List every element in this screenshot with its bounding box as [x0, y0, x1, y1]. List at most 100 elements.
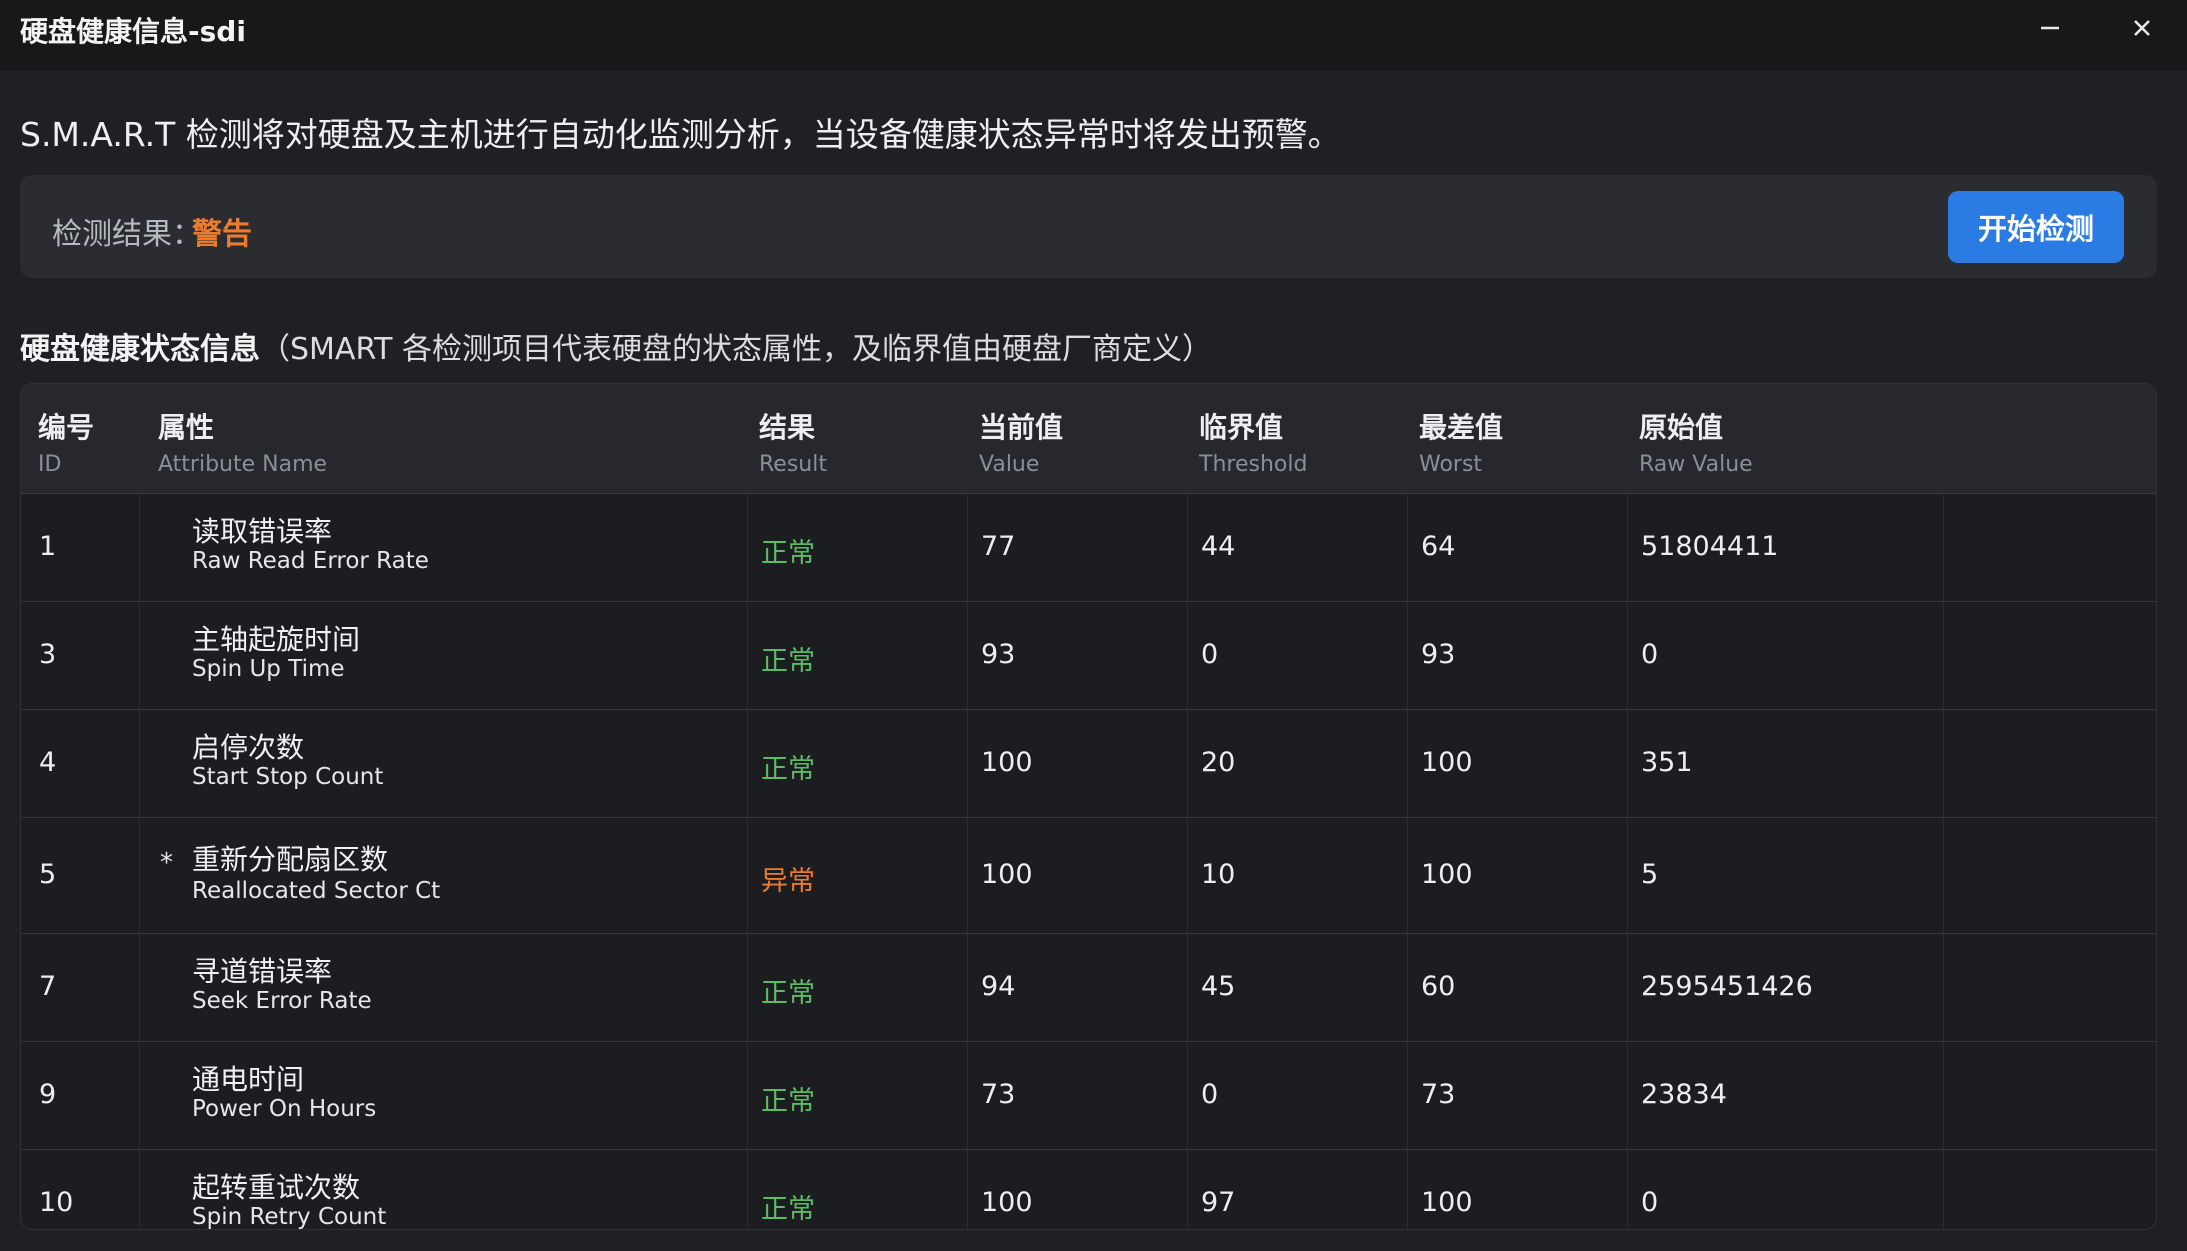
attribute-name-zh: 读取错误率 — [192, 515, 333, 548]
column-header-raw-value: 原始值 Raw Value — [1639, 406, 1753, 477]
cell-worst: 100 — [1421, 1187, 1473, 1218]
column-header-sublabel: Worst — [1419, 452, 1483, 477]
cell-value: 94 — [981, 971, 1016, 1002]
cell-raw: 0 — [1641, 639, 1659, 670]
attribute-name-zh: 寻道错误率 — [192, 955, 333, 988]
cell-worst: 100 — [1421, 747, 1473, 778]
result-status: 正常 — [761, 978, 815, 1009]
cell-threshold: 44 — [1201, 531, 1236, 562]
attribute-name-en: Spin Up Time — [192, 656, 345, 682]
result-status: 正常 — [761, 646, 815, 677]
column-header-worst: 最差值 Worst — [1419, 406, 1503, 477]
start-check-button[interactable]: 开始检测 — [1948, 191, 2124, 263]
attribute-name-zh: 主轴起旋时间 — [192, 623, 361, 656]
column-header-label: 原始值 — [1639, 411, 1724, 444]
column-header-label: 编号 — [38, 411, 95, 444]
result-status: 正常 — [761, 754, 815, 785]
column-header-sublabel: Value — [979, 452, 1040, 477]
intro-text: S.M.A.R.T 检测将对硬盘及主机进行自动化监测分析，当设备健康状态异常时将… — [20, 115, 1341, 154]
cell-raw: 23834 — [1641, 1079, 1727, 1110]
cell-raw: 0 — [1641, 1187, 1659, 1218]
row-id: 5 — [39, 859, 57, 890]
cell-value: 77 — [981, 531, 1016, 562]
title-bar: 硬盘健康信息-sdi — [0, 0, 2187, 71]
result-label: 检测结果： — [52, 217, 202, 252]
table-row[interactable]: 4 启停次数 Start Stop Count 正常 100 20 100 351 — [21, 710, 2156, 818]
column-header-result: 结果 Result — [759, 406, 827, 477]
table-header: 编号 ID 属性 Attribute Name 结果 Result 当前值 Va… — [21, 384, 2156, 494]
attribute-name-en: Seek Error Rate — [192, 988, 372, 1014]
attribute-name-zh: 通电时间 — [192, 1063, 305, 1096]
window-title: 硬盘健康信息-sdi — [20, 15, 246, 48]
table-row[interactable]: 3 主轴起旋时间 Spin Up Time 正常 93 0 93 0 — [21, 602, 2156, 710]
cell-worst: 73 — [1421, 1079, 1456, 1110]
cell-worst: 93 — [1421, 639, 1456, 670]
column-header-label: 当前值 — [979, 411, 1064, 444]
row-id: 1 — [39, 531, 57, 562]
cell-threshold: 97 — [1201, 1187, 1236, 1218]
row-id: 4 — [39, 747, 57, 778]
attribute-name-en: Spin Retry Count — [192, 1204, 387, 1230]
cell-threshold: 45 — [1201, 971, 1236, 1002]
result-status: 正常 — [761, 1194, 815, 1225]
cell-raw: 5 — [1641, 859, 1659, 890]
minimize-icon — [2041, 26, 2059, 30]
cell-worst: 64 — [1421, 531, 1456, 562]
result-status: 警告 — [192, 217, 252, 252]
column-header-id: 编号 ID — [38, 406, 94, 477]
attribute-name-en: Power On Hours — [192, 1096, 377, 1122]
cell-value: 73 — [981, 1079, 1016, 1110]
cell-value: 93 — [981, 639, 1016, 670]
section-note: （SMART 各检测项目代表硬盘的状态属性，及临界值由硬盘厂商定义） — [260, 332, 1212, 367]
column-header-sublabel: Result — [759, 452, 827, 477]
attribute-name-zh: 起转重试次数 — [192, 1171, 361, 1204]
attribute-name-en: Raw Read Error Rate — [192, 548, 429, 574]
cell-threshold: 20 — [1201, 747, 1236, 778]
section-title: 硬盘健康状态信息 — [20, 332, 260, 367]
minimize-button[interactable] — [2020, 6, 2080, 50]
cell-worst: 100 — [1421, 859, 1473, 890]
row-id: 3 — [39, 639, 57, 670]
row-id: 9 — [39, 1079, 57, 1110]
cell-value: 100 — [981, 859, 1033, 890]
column-header-value: 当前值 Value — [979, 406, 1063, 477]
table-row[interactable]: 1 读取错误率 Raw Read Error Rate 正常 77 44 64 5180441… — [21, 494, 2156, 602]
result-status: 正常 — [761, 538, 815, 569]
warning-flag: * — [160, 848, 173, 878]
table-row[interactable]: 10 起转重试次数 Spin Retry Count 正常 100 97 100 0 — [21, 1150, 2156, 1230]
cell-value: 100 — [981, 1187, 1033, 1218]
close-icon — [2134, 20, 2150, 36]
attribute-name-zh: 启停次数 — [192, 731, 305, 764]
column-header-label: 结果 — [759, 411, 816, 444]
attribute-name-en: Reallocated Sector Ct — [192, 878, 441, 904]
cell-threshold: 0 — [1201, 639, 1219, 670]
cell-value: 100 — [981, 747, 1033, 778]
column-header-label: 临界值 — [1199, 411, 1284, 444]
close-button[interactable] — [2112, 6, 2172, 50]
cell-raw: 51804411 — [1641, 531, 1779, 562]
cell-raw: 2595451426 — [1641, 971, 1813, 1002]
column-header-sublabel: ID — [38, 452, 62, 477]
result-status: 正常 — [761, 1086, 815, 1117]
column-header-label: 属性 — [158, 411, 215, 444]
section-heading: 硬盘健康状态信息（SMART 各检测项目代表硬盘的状态属性，及临界值由硬盘厂商定… — [20, 324, 1212, 368]
column-header-attribute: 属性 Attribute Name — [158, 406, 327, 477]
smart-table: 编号 ID 属性 Attribute Name 结果 Result 当前值 Va… — [20, 383, 2157, 1230]
column-header-sublabel: Threshold — [1199, 452, 1308, 477]
row-id: 10 — [39, 1187, 74, 1218]
column-header-threshold: 临界值 Threshold — [1199, 406, 1307, 477]
cell-raw: 351 — [1641, 747, 1693, 778]
table-row[interactable]: 9 通电时间 Power On Hours 正常 73 0 73 23834 — [21, 1042, 2156, 1150]
table-row[interactable]: 7 寻道错误率 Seek Error Rate 正常 94 45 60 2595451426 — [21, 934, 2156, 1042]
cell-threshold: 10 — [1201, 859, 1236, 890]
result-status: 异常 — [761, 866, 815, 897]
result-panel: 检测结果： 警告 开始检测 — [20, 175, 2157, 278]
cell-threshold: 0 — [1201, 1079, 1219, 1110]
row-id: 7 — [39, 971, 57, 1002]
cell-worst: 60 — [1421, 971, 1456, 1002]
column-header-sublabel: Raw Value — [1639, 452, 1753, 477]
attribute-name-zh: 重新分配扇区数 — [192, 843, 389, 876]
table-row[interactable]: 5 * 重新分配扇区数 Reallocated Sector Ct 异常 100 10 100… — [21, 818, 2156, 934]
column-header-sublabel: Attribute Name — [158, 452, 328, 477]
attribute-name-en: Start Stop Count — [192, 764, 384, 790]
